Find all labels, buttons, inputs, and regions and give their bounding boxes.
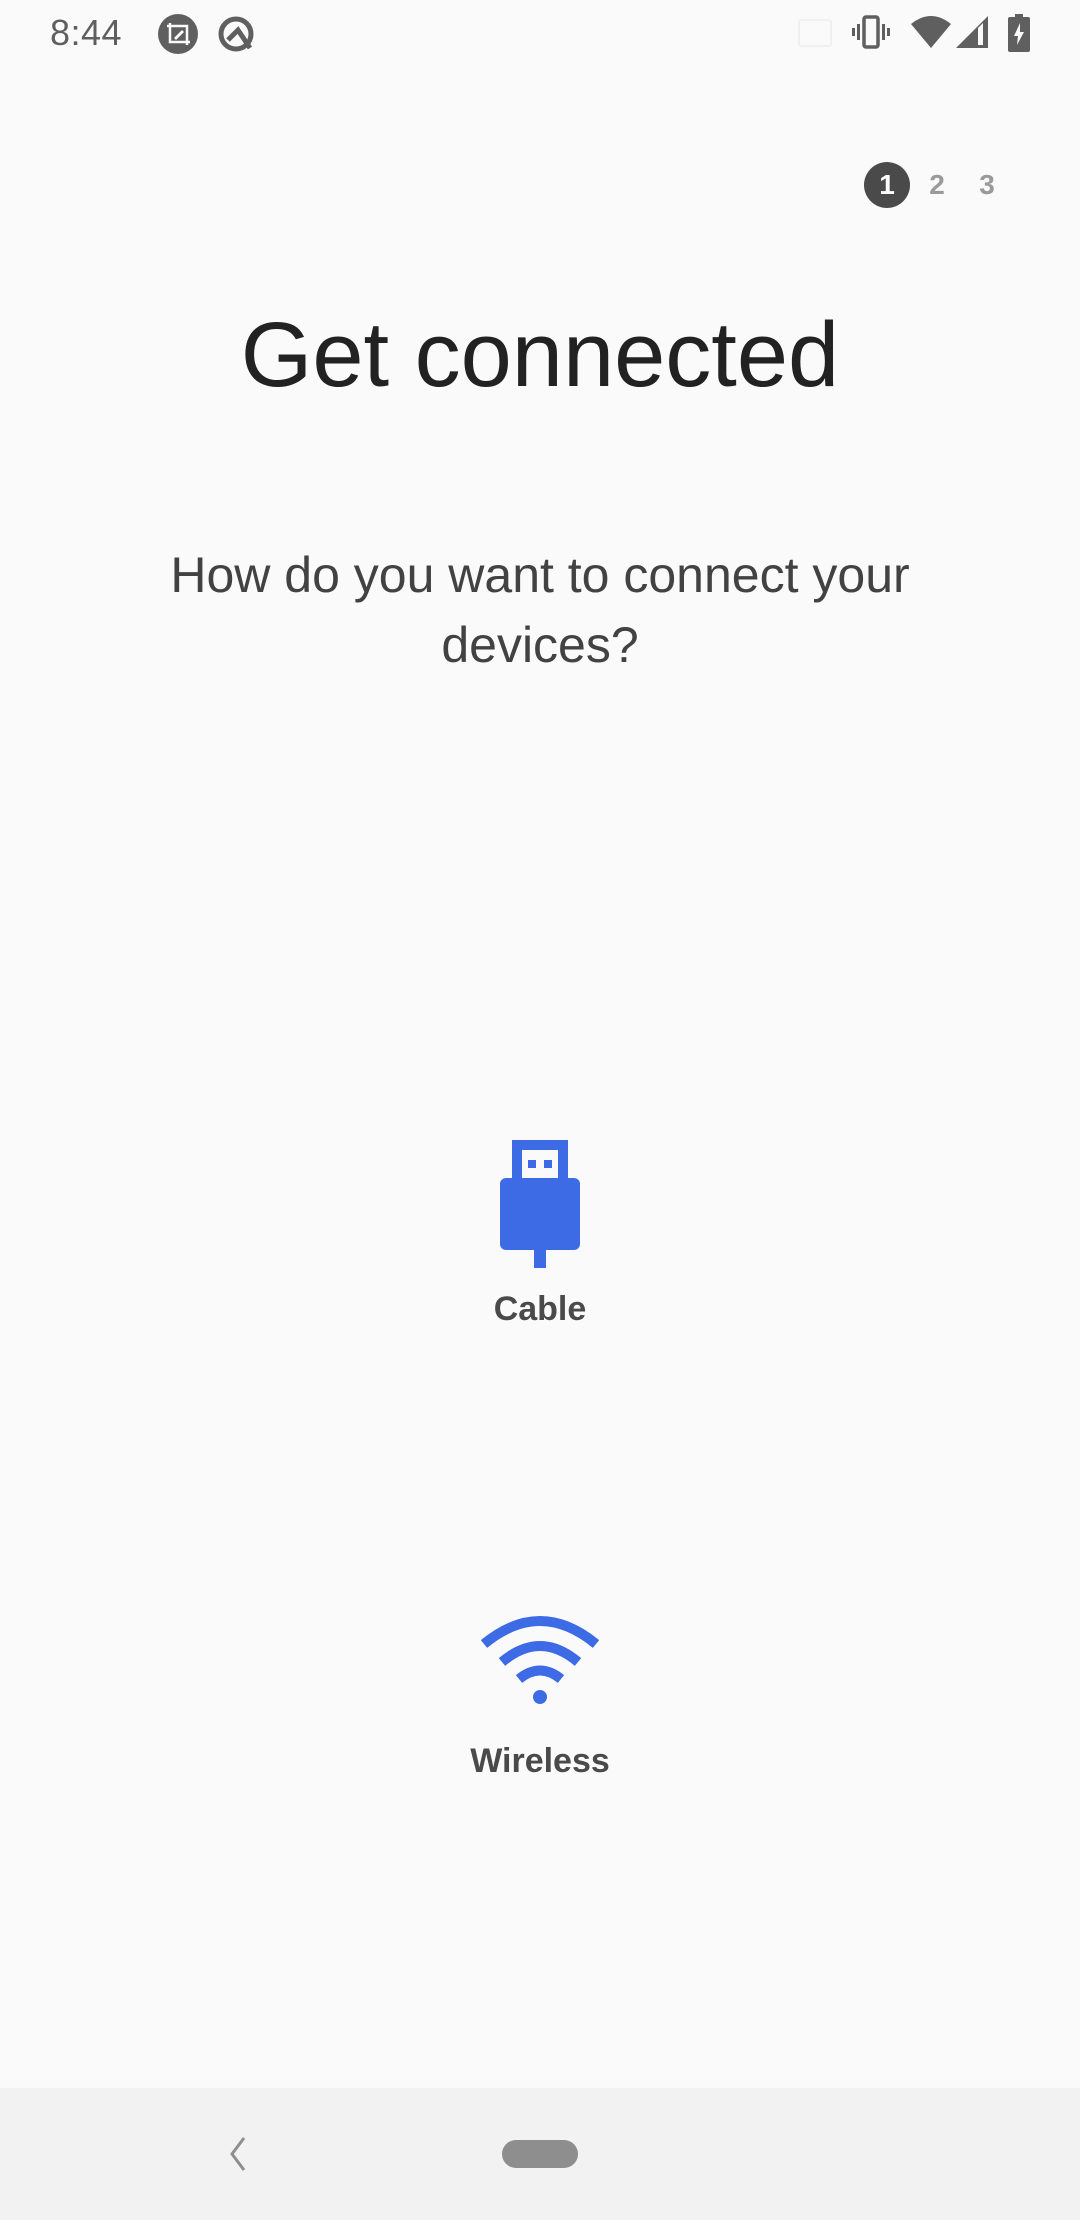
- cellular-signal-icon: [956, 16, 988, 48]
- vibrate-icon: [852, 15, 890, 49]
- step-indicator: 1 2 3: [860, 162, 1010, 208]
- wireless-option[interactable]: Wireless: [390, 1610, 690, 1781]
- home-pill-icon[interactable]: [502, 2140, 578, 2168]
- screenshot-edit-icon: [158, 14, 198, 54]
- navigation-bar: [0, 2088, 1080, 2220]
- battery-charging-icon: [1008, 14, 1030, 52]
- step-1: 1: [864, 162, 910, 208]
- step-2: 2: [929, 169, 945, 200]
- android-q-icon: [218, 16, 254, 52]
- cable-label: Cable: [493, 1290, 587, 1328]
- back-chevron-icon[interactable]: [222, 2126, 252, 2182]
- status-bar: 8:44: [0, 0, 1080, 66]
- wireless-label: Wireless: [470, 1742, 610, 1780]
- cable-option[interactable]: Cable: [390, 1140, 690, 1329]
- wifi-icon: [480, 1616, 600, 1704]
- wifi-signal-icon: [911, 16, 951, 48]
- status-time: 8:44: [50, 12, 123, 53]
- page-subtitle: How do you want to connect your devices?: [170, 547, 910, 673]
- usb-cable-icon: [500, 1140, 580, 1268]
- page-title: Get connected: [240, 304, 840, 406]
- cast-icon: [798, 19, 832, 47]
- step-3: 3: [979, 169, 995, 200]
